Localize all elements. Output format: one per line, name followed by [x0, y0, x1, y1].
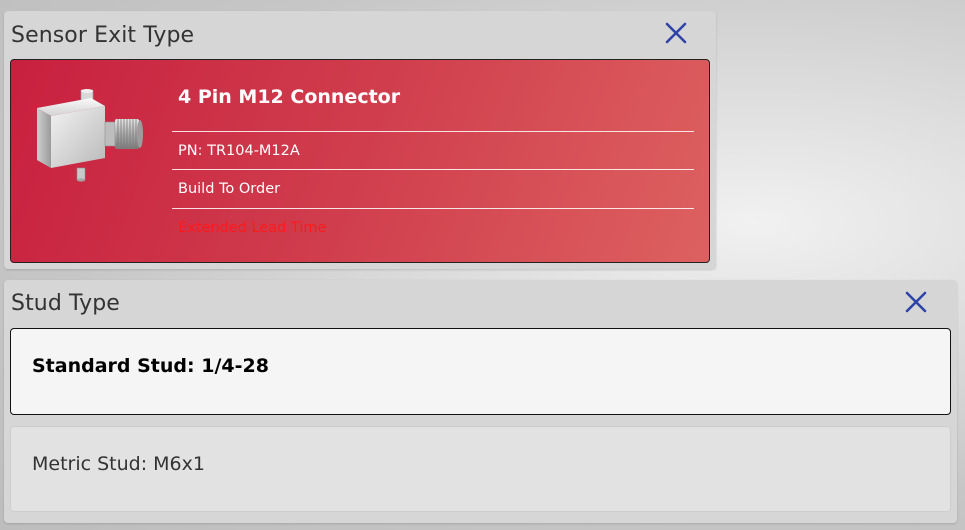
stud-option-metric[interactable]: Metric Stud: M6x1	[10, 426, 951, 512]
close-icon	[905, 291, 927, 313]
sensor-exit-type-panel: Sensor Exit Type 4 Pin M12 Connector PN:…	[4, 11, 716, 269]
stud-type-panel: Stud Type Standard Stud: 1/4-28 Metric S…	[4, 280, 957, 523]
part-number: PN: TR104-M12A	[178, 143, 300, 159]
divider	[172, 131, 694, 132]
stud-option-label: Standard Stud: 1/4-28	[32, 355, 269, 377]
stud-option-label: Metric Stud: M6x1	[32, 453, 205, 475]
connector-image	[37, 89, 143, 182]
sensor-exit-name: 4 Pin M12 Connector	[178, 86, 401, 108]
close-sensor-exit-button[interactable]	[662, 19, 690, 47]
panel-title: Sensor Exit Type	[11, 23, 195, 48]
lead-time-warning: Extended Lead Time	[178, 220, 327, 236]
divider	[172, 169, 694, 170]
panel-title: Stud Type	[11, 291, 120, 316]
stud-option-standard[interactable]: Standard Stud: 1/4-28	[10, 328, 951, 415]
availability-status: Build To Order	[178, 181, 281, 197]
close-stud-type-button[interactable]	[902, 288, 930, 316]
selected-sensor-exit-card[interactable]: 4 Pin M12 Connector PN: TR104-M12A Build…	[10, 59, 710, 263]
close-icon	[665, 22, 687, 44]
divider	[172, 208, 694, 209]
